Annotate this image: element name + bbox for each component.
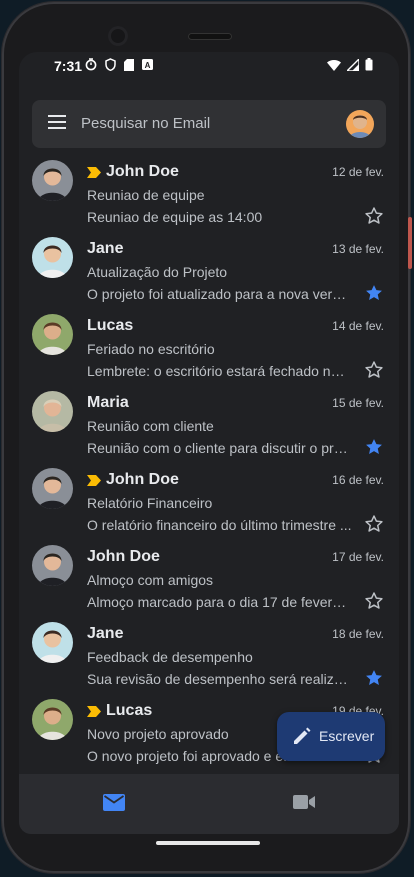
email-date: 13 de fev. — [332, 242, 384, 256]
email-subject: Atualização do Projeto — [87, 264, 228, 280]
email-snippet: Reuniao de equipe as 14:00 — [87, 209, 263, 225]
video-camera-icon[interactable] — [293, 794, 315, 810]
email-row[interactable]: Jane 18 de fev. Feedback de desempenho Sua … — [19, 616, 399, 693]
sender-name: Lucas — [106, 702, 153, 719]
front-camera — [108, 26, 128, 46]
star-icon[interactable] — [364, 360, 384, 380]
hamburger-menu-icon[interactable] — [48, 115, 66, 129]
sender-name: Jane — [87, 240, 124, 257]
sender-avatar — [32, 391, 73, 432]
email-subject: Feedback de desempenho — [87, 649, 253, 665]
sender-name: Lucas — [87, 317, 134, 334]
email-subject: Relatório Financeiro — [87, 495, 213, 511]
email-row[interactable]: Maria 15 de fev. Reunião com cliente Reuniã… — [19, 385, 399, 462]
email-date: 14 de fev. — [332, 319, 384, 333]
svg-text:A: A — [145, 61, 151, 70]
email-subject: Reuniao de equipe — [87, 187, 205, 203]
email-row[interactable]: John Doe 16 de fev. Relatório Financeiro O … — [19, 462, 399, 539]
bottom-navigation — [19, 774, 399, 834]
mail-icon[interactable] — [103, 794, 125, 811]
sender-name: John Doe — [106, 163, 179, 180]
wifi-icon — [327, 59, 341, 71]
email-snippet: O projeto foi atualizado para a nova ver… — [87, 286, 352, 302]
status-left-icons: A — [85, 58, 153, 71]
star-icon[interactable] — [364, 437, 384, 457]
home-indicator[interactable] — [156, 841, 260, 845]
profile-avatar[interactable] — [346, 110, 374, 138]
side-button — [408, 217, 412, 269]
sender-avatar — [32, 237, 73, 278]
email-date: 16 de fev. — [332, 473, 384, 487]
star-icon[interactable] — [364, 514, 384, 534]
star-icon[interactable] — [364, 283, 384, 303]
sender-avatar — [32, 468, 73, 509]
battery-icon — [365, 58, 373, 71]
sender-avatar — [32, 545, 73, 586]
email-snippet: Lembrete: o escritório estará fechado no… — [87, 363, 352, 379]
compose-button[interactable]: Escrever — [277, 712, 385, 761]
email-row[interactable]: Jane 13 de fev. Atualização do Projeto O pr… — [19, 231, 399, 308]
email-subject: Feriado no escritório — [87, 341, 215, 357]
compose-label: Escrever — [319, 728, 375, 744]
status-right-icons — [327, 58, 373, 71]
pencil-icon — [294, 727, 311, 744]
email-row[interactable]: Lucas 14 de fev. Feriado no escritório Lemb… — [19, 308, 399, 385]
status-time: 7:31 — [54, 58, 83, 74]
email-date: 15 de fev. — [332, 396, 384, 410]
email-snippet: Sua revisão de desempenho será realizad.… — [87, 671, 352, 687]
sender-name: John Doe — [106, 471, 179, 488]
screen: 7:31 A Pesquisar no Email John Doe 12 de … — [19, 52, 399, 834]
email-subject: Reunião com cliente — [87, 418, 214, 434]
sender-avatar — [32, 699, 73, 740]
sender-avatar — [32, 160, 73, 201]
star-icon[interactable] — [364, 668, 384, 688]
star-icon[interactable] — [364, 591, 384, 611]
signal-icon — [347, 58, 359, 71]
email-subject: Almoço com amigos — [87, 572, 214, 588]
sender-avatar — [32, 622, 73, 663]
email-row[interactable]: John Doe 12 de fev. Reuniao de equipe Reuni… — [19, 154, 399, 231]
timer-icon — [85, 58, 97, 71]
a-square-icon: A — [142, 59, 153, 70]
email-snippet: O relatório financeiro do último trimest… — [87, 517, 352, 533]
important-marker-icon[interactable] — [87, 167, 101, 178]
status-bar: 7:31 A — [19, 52, 399, 80]
earpiece-speaker — [188, 33, 232, 40]
phone-frame: 7:31 A Pesquisar no Email John Doe 12 de … — [2, 2, 412, 873]
email-row[interactable]: John Doe 17 de fev. Almoço com amigos Almoç… — [19, 539, 399, 616]
email-snippet: Reunião com o cliente para discutir o pr… — [87, 440, 352, 456]
sender-name: Jane — [87, 625, 124, 642]
important-marker-icon[interactable] — [87, 706, 101, 717]
search-bar[interactable]: Pesquisar no Email — [32, 100, 386, 148]
sd-card-icon — [124, 58, 134, 71]
search-input[interactable]: Pesquisar no Email — [81, 115, 210, 132]
sender-name: Maria — [87, 394, 129, 411]
email-snippet: Almoço marcado para o dia 17 de fevereir… — [87, 594, 352, 610]
sender-avatar — [32, 314, 73, 355]
email-subject: Novo projeto aprovado — [87, 726, 229, 742]
star-icon[interactable] — [364, 206, 384, 226]
email-date: 18 de fev. — [332, 627, 384, 641]
email-date: 12 de fev. — [332, 165, 384, 179]
email-date: 17 de fev. — [332, 550, 384, 564]
important-marker-icon[interactable] — [87, 475, 101, 486]
shield-icon — [105, 58, 116, 71]
sender-name: John Doe — [87, 548, 160, 565]
